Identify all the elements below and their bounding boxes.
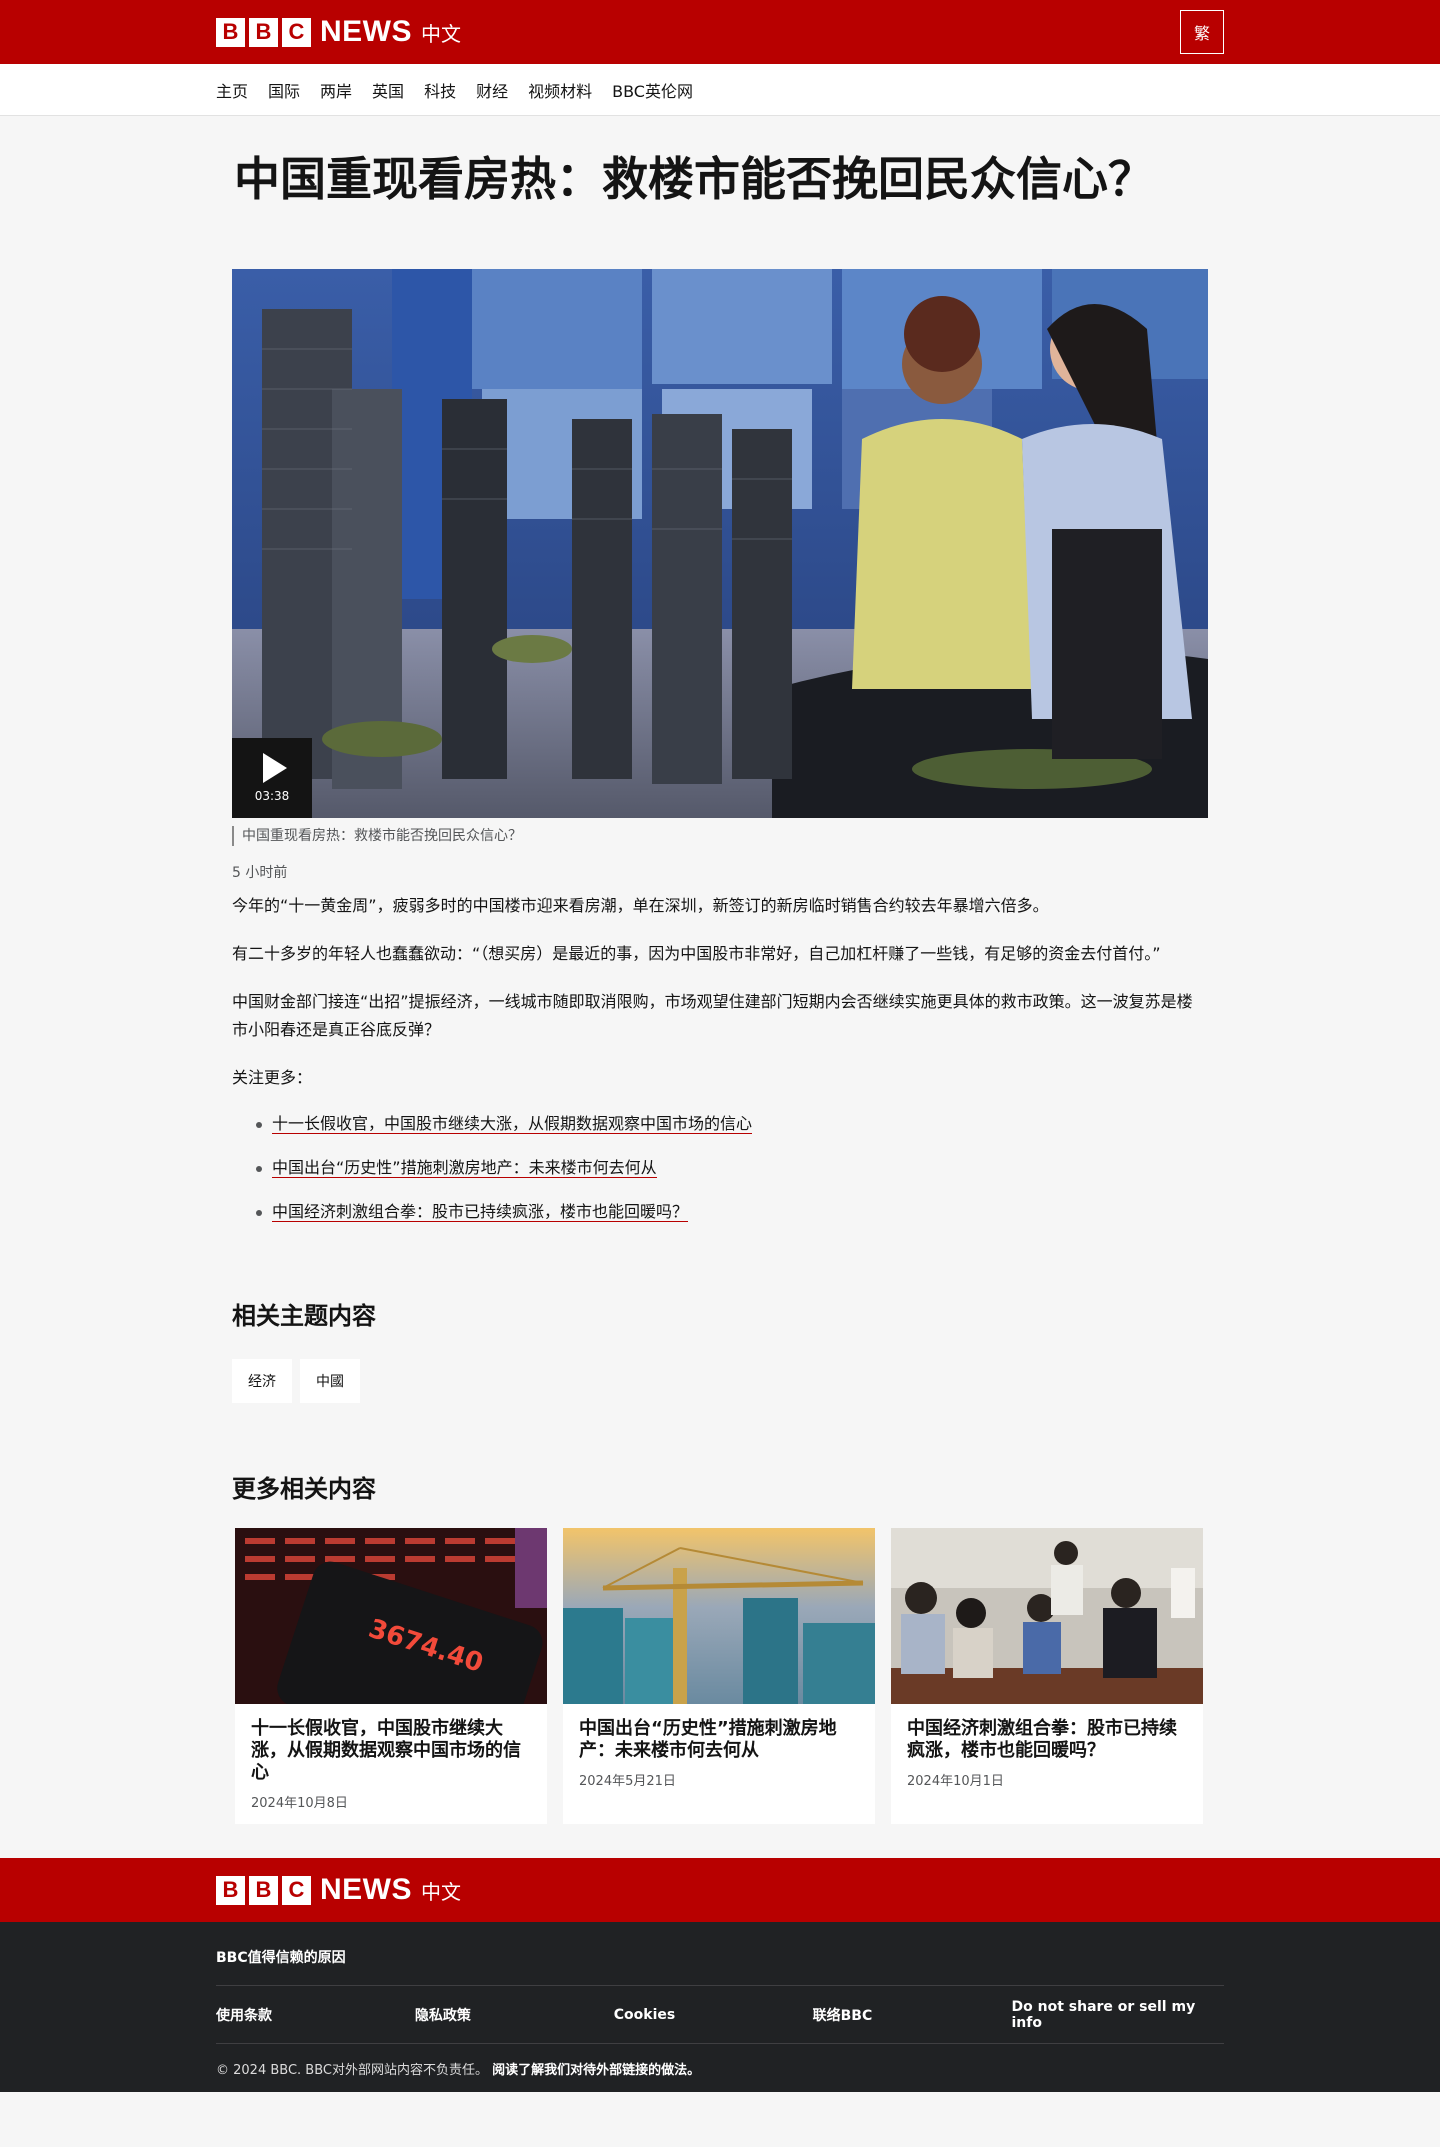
footer: BBC值得信赖的原因 使用条款 隐私政策 Cookies 联络BBC Do no… [0, 1922, 1440, 2093]
construction-crane-image [563, 1528, 875, 1705]
stock-phone-image: 3674.40 [235, 1528, 547, 1705]
copyright: © 2024 BBC. BBC对外部网站内容不负责任。 阅读了解我们对待外部链接… [216, 2044, 1224, 2078]
card-title: 十一长假收官，中国股市继续大涨，从假期数据观察中国市场的信心 [251, 1718, 521, 1784]
bbc-block-c: C [282, 1875, 311, 1905]
why-trust-bbc-label: BBC值得信赖的原因 [216, 1949, 346, 1966]
news-wordmark: NEWS [320, 15, 412, 48]
topic-tag-china[interactable]: 中國 [300, 1359, 360, 1404]
video-thumbnail [232, 269, 1208, 819]
play-button[interactable]: 03:38 [232, 738, 312, 819]
bbc-block-c: C [282, 17, 311, 47]
article-paragraph: 中国财金部门接连“出招”提振经济，一线城市随即取消限购，市场观望住建部门短期内会… [232, 992, 1193, 1040]
card-date: 2024年5月21日 [579, 1774, 676, 1790]
footer-link-privacy[interactable]: 隐私政策 [415, 2005, 614, 2025]
copyright-text: © 2024 BBC. BBC对外部网站内容不负责任。 [216, 2063, 488, 2079]
footer-link-do-not-sell[interactable]: Do not share or sell my info [1012, 1999, 1225, 2031]
card-title: 中国经济刺激组合拳：股市已持续疯涨，楼市也能回暖吗？ [907, 1718, 1177, 1762]
topic-tag-economy[interactable]: 经济 [232, 1359, 292, 1404]
main-nav: 主页 国际 两岸 英国 科技 财经 视频材料 BBC英伦网 [0, 64, 1440, 116]
related-link[interactable]: 中国出台“历史性”措施刺激房地产：未来楼市何去何从 [272, 1158, 657, 1179]
list-item: 十一长假收官，中国股市继续大涨，从假期数据观察中国市场的信心 [232, 1110, 1208, 1138]
article-paragraph: 今年的“十一黄金周”，疲弱多时的中国楼市迎来看房潮，单在深圳，新签订的新房临时销… [232, 896, 1049, 916]
article: 中国重现看房热：救楼市能否挽回民众信心？ 03:38 中国重现看房热：救楼市能否… [232, 152, 1208, 1825]
nav-item-uk[interactable]: 英国 [372, 78, 404, 102]
article-timestamp: 5 小时前 [232, 865, 288, 882]
bbc-blocks: B B C [216, 17, 311, 47]
related-cards: 3674.40 十一长假收官，中国股市继续大涨，从假期数据观察中国市场的信心 2… [232, 1528, 1208, 1825]
nav-item-tech[interactable]: 科技 [424, 78, 456, 102]
related-topics-title: 相关主题内容 [232, 1302, 376, 1331]
video-duration: 03:38 [254, 789, 290, 804]
news-wordmark: NEWS [320, 1873, 412, 1907]
topic-tags: 经济 中國 [232, 1359, 1208, 1404]
card-date: 2024年10月8日 [251, 1796, 348, 1812]
related-card[interactable]: 中国出台“历史性”措施刺激房地产：未来楼市何去何从 2024年5月21日 [563, 1528, 875, 1825]
footer-link-cookies[interactable]: Cookies [614, 2007, 813, 2023]
nav-item-cross-strait[interactable]: 两岸 [320, 78, 352, 102]
nav-item-world[interactable]: 国际 [268, 78, 300, 102]
traditional-chinese-toggle[interactable]: 繁 [1180, 10, 1224, 54]
why-trust-bbc-link[interactable]: BBC值得信赖的原因 [216, 1922, 1224, 1987]
service-name: 中文 [421, 21, 461, 46]
sales-office-image [891, 1528, 1203, 1705]
list-item: 中国出台“历史性”措施刺激房地产：未来楼市何去何从 [232, 1154, 1208, 1182]
list-item: 中国经济刺激组合拳：股市已持续疯涨，楼市也能回暖吗？ [232, 1198, 1208, 1226]
footer-link-terms[interactable]: 使用条款 [216, 2005, 415, 2025]
service-name: 中文 [421, 1879, 461, 1904]
card-date: 2024年10月1日 [907, 1774, 1004, 1790]
card-title: 中国出台“历史性”措施刺激房地产：未来楼市何去何从 [579, 1718, 837, 1762]
nav-item-bbc-uk-china[interactable]: BBC英伦网 [612, 78, 693, 102]
related-link[interactable]: 中国经济刺激组合拳：股市已持续疯涨，楼市也能回暖吗？ [272, 1202, 689, 1223]
footer-links: 使用条款 隐私政策 Cookies 联络BBC Do not share or … [216, 1986, 1225, 2045]
bbc-block-b1: B [216, 1875, 245, 1905]
nav-item-home[interactable]: 主页 [216, 78, 248, 102]
article-headline: 中国重现看房热：救楼市能否挽回民众信心？ [234, 152, 1154, 206]
bbc-news-logo[interactable]: B B C NEWS 中文 [216, 15, 461, 49]
video-caption: 中国重现看房热：救楼市能否挽回民众信心？ [232, 826, 1208, 847]
footer-bbc-news-logo[interactable]: B B C NEWS 中文 [216, 1873, 461, 1907]
follow-more-label: 关注更多： [232, 1068, 313, 1088]
related-card[interactable]: 中国经济刺激组合拳：股市已持续疯涨，楼市也能回暖吗？ 2024年10月1日 [891, 1528, 1203, 1825]
external-links-policy-link[interactable]: 阅读了解我们对待外部链接的做法。 [492, 2063, 700, 2078]
footer-link-contact[interactable]: 联络BBC [813, 2005, 1012, 2025]
related-card[interactable]: 3674.40 十一长假收官，中国股市继续大涨，从假期数据观察中国市场的信心 2… [235, 1528, 547, 1825]
top-bar: B B C NEWS 中文 繁 [0, 0, 1440, 64]
related-links-list: 十一长假收官，中国股市继续大涨，从假期数据观察中国市场的信心 中国出台“历史性”… [232, 1110, 1208, 1226]
play-icon [263, 753, 287, 784]
more-related-title: 更多相关内容 [232, 1475, 376, 1504]
bbc-blocks: B B C [216, 1875, 311, 1905]
related-link[interactable]: 十一长假收官，中国股市继续大涨，从假期数据观察中国市场的信心 [272, 1114, 753, 1135]
bbc-block-b2: B [249, 1875, 278, 1905]
nav-item-business[interactable]: 财经 [476, 78, 508, 102]
bbc-block-b1: B [216, 17, 245, 47]
bbc-block-b2: B [249, 17, 278, 47]
video-player[interactable]: 03:38 [232, 269, 1208, 819]
article-paragraph: 有二十多岁的年轻人也蠢蠢欲动：“（想买房）是最近的事，因为中国股市非常好，自己加… [232, 944, 1161, 964]
footer-brand-bar: B B C NEWS 中文 [0, 1858, 1440, 1923]
nav-item-video[interactable]: 视频材料 [528, 78, 592, 102]
